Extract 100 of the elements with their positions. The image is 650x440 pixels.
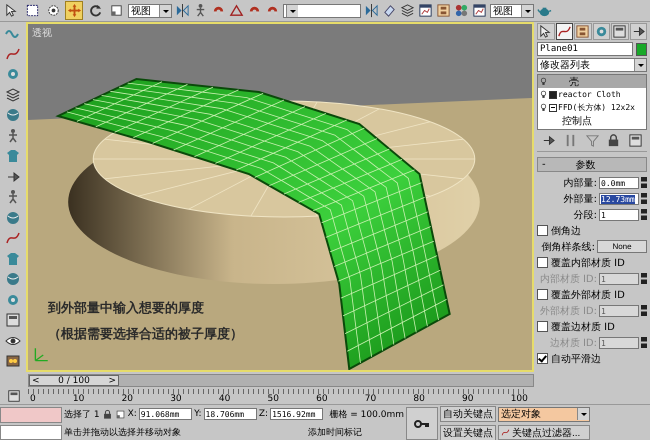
selection-count: 选择了 1 bbox=[64, 408, 100, 421]
ball-icon[interactable] bbox=[5, 271, 21, 287]
cursor-icon bbox=[4, 3, 18, 18]
collapse-icon[interactable] bbox=[549, 104, 557, 112]
coord-label: X: bbox=[128, 409, 137, 420]
schematic-icon bbox=[575, 24, 590, 38]
caption-text: （根据需要选择合适的被子厚度） bbox=[48, 326, 243, 343]
bulb-icon[interactable] bbox=[539, 77, 548, 86]
grid-size-text: 栅格 = 100.0mm bbox=[329, 408, 404, 421]
modifier-item[interactable]: 壳 bbox=[538, 75, 646, 88]
funnel-icon[interactable] bbox=[584, 133, 600, 148]
spinner-arrows-icon[interactable] bbox=[641, 273, 647, 284]
panel-tab[interactable] bbox=[611, 22, 628, 40]
eraser-icon[interactable] bbox=[382, 3, 397, 18]
panel-tab[interactable] bbox=[556, 22, 573, 40]
spinner-field[interactable]: 12.73mm bbox=[599, 192, 639, 204]
param-label: 内部材质 ID: bbox=[540, 272, 597, 286]
rotate-icon bbox=[88, 3, 102, 18]
move-arrows-icon bbox=[66, 3, 82, 18]
script-field[interactable] bbox=[0, 424, 62, 440]
render-dropdown[interactable]: 视图 bbox=[490, 4, 534, 18]
checkbox[interactable] bbox=[537, 257, 548, 268]
graph-window-icon[interactable] bbox=[418, 3, 433, 18]
panel-icon[interactable] bbox=[628, 133, 643, 148]
time-slider[interactable]: < 0 / 100 > bbox=[28, 374, 534, 386]
param-label: 外部量: bbox=[564, 192, 597, 206]
rollout-header[interactable]: - 参数 bbox=[537, 157, 647, 172]
axis-icon bbox=[32, 346, 50, 364]
caption-text: 到外部量中输入想要的厚度 bbox=[48, 300, 205, 317]
param-label: 分段: bbox=[574, 208, 597, 222]
spinner-arrows-icon[interactable] bbox=[641, 177, 647, 188]
layers-icon[interactable] bbox=[400, 3, 415, 18]
spline-button[interactable]: None bbox=[597, 240, 647, 253]
time-slider-thumb[interactable]: < 0 / 100 > bbox=[29, 374, 119, 386]
curve-icon bbox=[501, 428, 510, 438]
schematic-icon[interactable] bbox=[436, 3, 451, 18]
triangle-icon[interactable] bbox=[229, 3, 244, 18]
auto-key-button[interactable]: 自动关键点 bbox=[440, 406, 496, 422]
modifier-item[interactable]: reactor Cloth bbox=[538, 88, 646, 101]
param-label: 边材质 ID: bbox=[550, 336, 597, 350]
spinner-arrows-icon[interactable] bbox=[641, 193, 647, 204]
curve-icon bbox=[556, 24, 572, 38]
coord-label: Z: bbox=[258, 409, 268, 420]
checkbox-label: 覆盖外部材质 ID bbox=[551, 288, 625, 302]
modifier-item[interactable]: FFD(长方体) 12x2x bbox=[538, 101, 646, 114]
modifier-list-dropdown[interactable]: 修改器列表 bbox=[537, 58, 647, 72]
panel-icon bbox=[612, 24, 628, 38]
square-icon[interactable] bbox=[114, 408, 126, 420]
ball-icon[interactable] bbox=[5, 107, 21, 123]
set-key-button[interactable]: 设置关键点 bbox=[440, 424, 496, 440]
checkbox[interactable] bbox=[537, 321, 548, 332]
dashed-square-icon bbox=[24, 3, 40, 18]
square-icon bbox=[108, 3, 124, 18]
spinner-arrows-icon[interactable] bbox=[641, 305, 647, 316]
named-selection-dropdown[interactable] bbox=[283, 4, 361, 18]
panel-tab[interactable] bbox=[537, 22, 554, 40]
coordinate-dropdown[interactable]: 视图 bbox=[128, 4, 172, 18]
ball-icon[interactable] bbox=[5, 210, 21, 226]
script-field[interactable] bbox=[0, 407, 62, 422]
panel-icon[interactable] bbox=[5, 312, 21, 328]
checkbox-label: 自动平滑边 bbox=[551, 352, 601, 366]
mirror-icon[interactable] bbox=[364, 3, 379, 18]
coord-label: Y: bbox=[194, 409, 202, 420]
checkbox[interactable] bbox=[537, 289, 548, 300]
object-name-field[interactable]: Plane01 bbox=[537, 42, 633, 56]
layers-icon[interactable] bbox=[5, 86, 21, 102]
bulb-icon[interactable] bbox=[539, 90, 548, 99]
x-coordinate-field[interactable]: 91.068mm bbox=[138, 408, 192, 420]
film-icon[interactable] bbox=[5, 353, 21, 369]
key-mode-dropdown[interactable]: 选定对象 bbox=[498, 406, 590, 422]
spinner-arrows-icon[interactable] bbox=[641, 209, 647, 220]
prompt-text: 单击并拖动以选择并移动对象 bbox=[64, 426, 182, 440]
graph-window-icon[interactable] bbox=[472, 3, 487, 18]
filled-square-icon bbox=[549, 90, 557, 98]
checkbox[interactable] bbox=[537, 353, 548, 364]
spinner-field[interactable]: 0.0mm bbox=[599, 176, 639, 188]
panel-icon[interactable] bbox=[7, 389, 21, 403]
bulb-icon[interactable] bbox=[539, 103, 548, 112]
key-filters-button[interactable]: 关键点过滤器... bbox=[498, 425, 590, 440]
spinner-field[interactable]: 1 bbox=[599, 208, 639, 220]
z-coordinate-field[interactable]: 1516.92mm bbox=[270, 408, 324, 420]
spheres-icon[interactable] bbox=[454, 3, 469, 18]
spinner-arrows-icon[interactable] bbox=[641, 337, 647, 348]
checkbox-label: 覆盖内部材质 ID bbox=[551, 256, 625, 270]
checkbox-label: 倒角边 bbox=[551, 224, 581, 238]
param-label: 内部量: bbox=[564, 176, 597, 190]
mirror-icon[interactable] bbox=[175, 3, 190, 18]
cursor-icon bbox=[538, 24, 554, 38]
timeline-ruler[interactable]: 0 10 20 30 40 50 60 70 80 90 100 bbox=[28, 388, 528, 404]
y-coordinate-field[interactable]: 18.706mm bbox=[204, 408, 257, 420]
object-color-swatch[interactable] bbox=[636, 42, 647, 56]
checkbox[interactable] bbox=[537, 225, 548, 236]
curve-icon[interactable] bbox=[5, 230, 21, 246]
lock-icon[interactable] bbox=[102, 408, 113, 420]
param-label: 外部材质 ID: bbox=[540, 304, 597, 318]
sub-object-item[interactable]: 控制点 bbox=[538, 114, 646, 127]
add-time-tag[interactable]: 添加时间标记 bbox=[308, 426, 362, 440]
dashed-circle-icon bbox=[46, 3, 60, 18]
key-button[interactable] bbox=[406, 407, 438, 440]
checkbox-label: 覆盖边材质 ID bbox=[551, 320, 615, 334]
